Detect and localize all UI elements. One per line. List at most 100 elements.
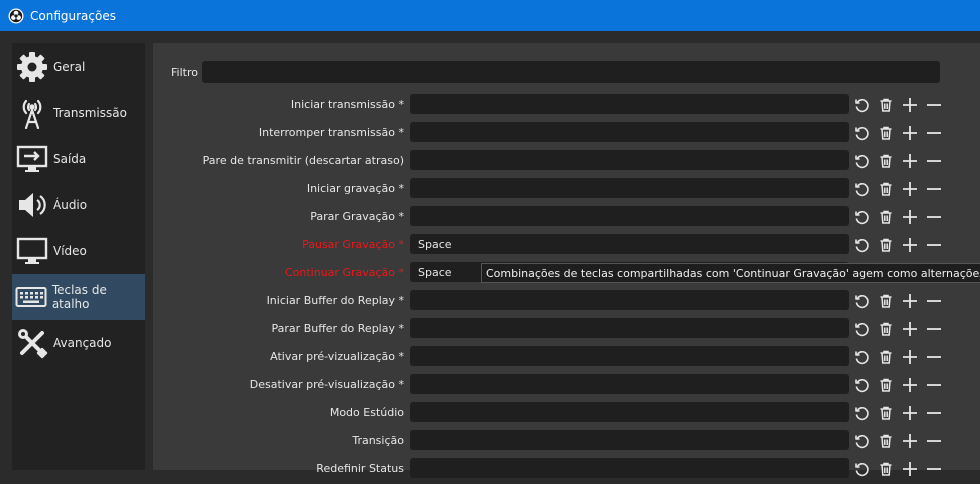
revert-icon[interactable] [852,459,872,479]
hotkey-input[interactable] [410,206,849,226]
broadcast-antenna-icon [15,96,49,130]
plus-icon[interactable] [900,347,920,367]
trash-icon[interactable] [876,431,896,451]
filter-input[interactable] [202,61,940,83]
speaker-icon [15,188,49,222]
trash-icon[interactable] [876,235,896,255]
revert-icon[interactable] [852,151,872,171]
sidebar-item-audio[interactable]: Áudio [12,182,145,228]
plus-icon[interactable] [900,235,920,255]
minus-icon[interactable] [924,123,944,143]
revert-icon[interactable] [852,207,872,227]
hotkey-label: Iniciar transmissão * [290,98,404,111]
trash-icon[interactable] [876,151,896,171]
trash-icon[interactable] [876,459,896,479]
minus-icon[interactable] [924,431,944,451]
revert-icon[interactable] [852,95,872,115]
plus-icon[interactable] [900,207,920,227]
minus-icon[interactable] [924,319,944,339]
hotkey-input[interactable] [410,430,849,450]
trash-icon[interactable] [876,291,896,311]
minus-icon[interactable] [924,179,944,199]
hotkey-row: Iniciar transmissão * [153,92,980,120]
plus-icon[interactable] [900,179,920,199]
sidebar-item-teclas-de-atalho[interactable]: Teclas de atalho [12,274,145,320]
hotkey-row: Parar Buffer do Replay * [153,316,980,344]
minus-icon[interactable] [924,375,944,395]
minus-icon[interactable] [924,151,944,171]
revert-icon[interactable] [852,403,872,423]
trash-icon[interactable] [876,179,896,199]
revert-icon[interactable] [852,291,872,311]
hotkey-input[interactable] [410,458,849,478]
trash-icon[interactable] [876,347,896,367]
minus-icon[interactable] [924,235,944,255]
hotkey-input[interactable] [410,374,849,394]
sidebar-item-video[interactable]: Vídeo [12,228,145,274]
sidebar-item-label: Saída [53,152,87,166]
window-title: Configurações [30,8,116,23]
revert-icon[interactable] [852,431,872,451]
minus-icon[interactable] [924,347,944,367]
hotkey-label: Parar Gravação * [310,210,404,223]
plus-icon[interactable] [900,459,920,479]
tools-icon [15,326,49,360]
hotkey-row: Interromper transmissão * [153,120,980,148]
hotkey-input[interactable] [410,346,849,366]
trash-icon[interactable] [876,319,896,339]
hotkey-input[interactable] [410,122,849,142]
hotkey-label: Ativar pré-vizualização * [270,350,404,363]
sidebar-item-saida[interactable]: Saída [12,136,145,182]
plus-icon[interactable] [900,431,920,451]
minus-icon[interactable] [924,403,944,423]
sidebar-item-label: Geral [53,60,86,74]
revert-icon[interactable] [852,235,872,255]
hotkey-label: Redefinir Status [316,462,404,475]
revert-icon[interactable] [852,347,872,367]
hotkey-input[interactable] [410,402,849,422]
plus-icon[interactable] [900,375,920,395]
sidebar-item-label: Transmissão [53,106,127,120]
hotkey-row: Iniciar Buffer do Replay * [153,288,980,316]
minus-icon[interactable] [924,459,944,479]
trash-icon[interactable] [876,403,896,423]
sidebar-item-geral[interactable]: Geral [12,44,145,90]
plus-icon[interactable] [900,319,920,339]
hotkey-label: Transição [352,434,404,447]
revert-icon[interactable] [852,179,872,199]
keyboard-icon [15,280,48,314]
hotkey-label: Interromper transmissão * [258,126,404,139]
minus-icon[interactable] [924,207,944,227]
hotkey-input[interactable]: Space [410,234,849,254]
trash-icon[interactable] [876,123,896,143]
hotkey-input[interactable] [410,150,849,170]
hotkey-input[interactable] [410,178,849,198]
settings-sidebar: Geral Transmissão Saída Áudio Vídeo Tecl… [12,43,145,470]
output-monitor-icon [15,142,49,176]
revert-icon[interactable] [852,319,872,339]
minus-icon[interactable] [924,95,944,115]
hotkey-input[interactable] [410,94,849,114]
trash-icon[interactable] [876,95,896,115]
revert-icon[interactable] [852,123,872,143]
sidebar-item-label: Avançado [53,336,112,350]
hotkey-row: Pausar Gravação * Space [153,232,980,260]
revert-icon[interactable] [852,375,872,395]
trash-icon[interactable] [876,375,896,395]
hotkey-row: Iniciar gravação * [153,176,980,204]
minus-icon[interactable] [924,291,944,311]
plus-icon[interactable] [900,403,920,423]
plus-icon[interactable] [900,123,920,143]
hotkeys-panel: Filtro Iniciar transmissão * Interromper … [152,43,980,478]
sidebar-item-avancado[interactable]: Avançado [12,320,145,366]
sidebar-item-label: Vídeo [53,244,87,258]
hotkey-input[interactable] [410,318,849,338]
hotkey-input[interactable] [410,290,849,310]
plus-icon[interactable] [900,95,920,115]
hotkey-row: Desativar pré-visualização * [153,372,980,400]
sidebar-item-transmissao[interactable]: Transmissão [12,90,145,136]
plus-icon[interactable] [900,291,920,311]
sidebar-item-label: Áudio [53,198,88,212]
plus-icon[interactable] [900,151,920,171]
trash-icon[interactable] [876,207,896,227]
